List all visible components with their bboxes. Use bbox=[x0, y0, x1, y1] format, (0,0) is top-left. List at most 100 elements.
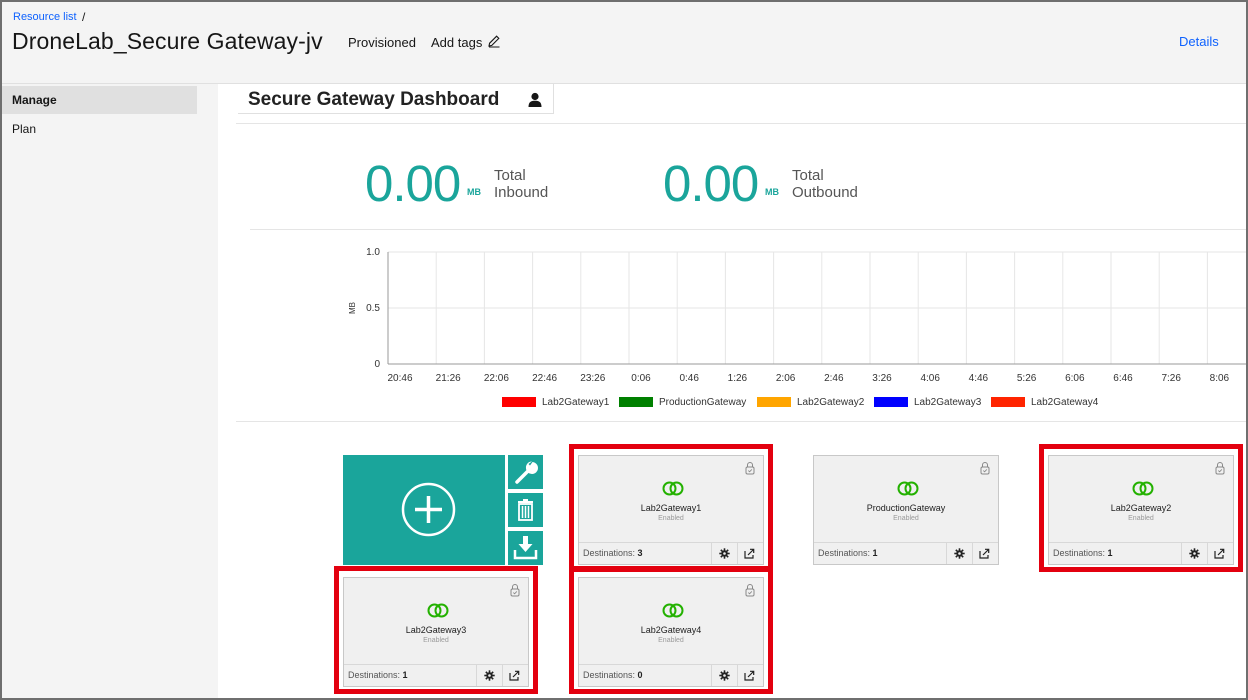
x-tick-label: 20:46 bbox=[387, 373, 412, 384]
legend-swatch bbox=[757, 397, 791, 408]
sidebar-item-manage[interactable]: Manage bbox=[2, 86, 197, 114]
add-gateway-button[interactable] bbox=[343, 455, 505, 565]
gateway-tile-footer: Destinations: 1 bbox=[1049, 542, 1233, 564]
legend-item-Lab2Gateway1[interactable]: Lab2Gateway1 bbox=[502, 397, 609, 411]
data-point-Lab2Gateway4 bbox=[1219, 364, 1220, 365]
total-outbound-label-line2: Outbound bbox=[792, 184, 858, 201]
data-point-Lab2Gateway4 bbox=[544, 364, 545, 365]
lock-icon[interactable] bbox=[980, 461, 990, 475]
legend-item-Lab2Gateway3[interactable]: Lab2Gateway3 bbox=[874, 397, 981, 411]
external-link-icon[interactable] bbox=[1214, 548, 1225, 559]
gateway-state: Enabled bbox=[423, 637, 449, 644]
destinations-label: Destinations: bbox=[583, 548, 636, 558]
legend-swatch bbox=[619, 397, 653, 408]
legend-item-Lab2Gateway2[interactable]: Lab2Gateway2 bbox=[757, 397, 864, 411]
destinations-count[interactable]: Destinations: 1 bbox=[1053, 548, 1113, 558]
gateway-name: Lab2Gateway1 bbox=[640, 503, 702, 513]
data-point-Lab2Gateway4 bbox=[689, 364, 690, 365]
lock-icon[interactable] bbox=[1215, 461, 1225, 475]
x-tick-label: 6:46 bbox=[1113, 373, 1133, 384]
user-icon[interactable] bbox=[528, 92, 542, 108]
page-header: Resource list / DroneLab_Secure Gateway-… bbox=[2, 2, 1246, 84]
gear-icon[interactable] bbox=[484, 670, 495, 681]
gateway-tile[interactable]: Lab2Gateway2 Enabled Destinations: 1 bbox=[1048, 455, 1234, 565]
total-inbound-label-line2: Inbound bbox=[494, 184, 549, 201]
trash-icon bbox=[518, 499, 533, 521]
details-link[interactable]: Details bbox=[1179, 34, 1219, 49]
page-title: DroneLab_Secure Gateway-jv bbox=[12, 28, 323, 54]
lock-icon[interactable] bbox=[745, 461, 755, 475]
data-point-Lab2Gateway4 bbox=[833, 364, 834, 365]
divider bbox=[946, 543, 947, 564]
data-point-Lab2Gateway4 bbox=[592, 364, 593, 365]
breadcrumb-resource-list[interactable]: Resource list bbox=[13, 11, 77, 23]
breadcrumb-separator: / bbox=[82, 10, 86, 24]
download-icon bbox=[513, 536, 538, 560]
data-point-Lab2Gateway4 bbox=[1026, 364, 1027, 365]
gateway-name: Lab2Gateway2 bbox=[1110, 503, 1172, 513]
pencil-icon[interactable] bbox=[487, 34, 501, 48]
gateway-state: Enabled bbox=[893, 515, 919, 522]
external-link-icon[interactable] bbox=[979, 548, 990, 559]
legend-label: Lab2Gateway4 bbox=[1031, 397, 1099, 408]
divider bbox=[737, 543, 738, 564]
divider bbox=[737, 665, 738, 686]
data-point-Lab2Gateway4 bbox=[1171, 364, 1172, 365]
gateway-tile[interactable]: Lab2Gateway1 Enabled Destinations: 3 bbox=[578, 455, 764, 565]
gateway-connected-icon bbox=[1132, 481, 1154, 496]
gateway-tile-footer: Destinations: 0 bbox=[579, 664, 763, 686]
x-tick-label: 4:06 bbox=[920, 373, 940, 384]
sidebar-item-plan[interactable]: Plan bbox=[2, 115, 197, 143]
gateway-tile-footer: Destinations: 3 bbox=[579, 542, 763, 564]
lock-icon[interactable] bbox=[745, 583, 755, 597]
total-outbound-unit: MB bbox=[765, 187, 779, 197]
data-point-Lab2Gateway4 bbox=[978, 364, 979, 365]
gateway-name: Lab2Gateway3 bbox=[405, 625, 467, 635]
download-button[interactable] bbox=[508, 531, 543, 565]
legend-item-Lab2Gateway4[interactable]: Lab2Gateway4 bbox=[991, 397, 1098, 411]
external-link-icon[interactable] bbox=[509, 670, 520, 681]
destinations-count[interactable]: Destinations: 0 bbox=[583, 670, 643, 680]
divider bbox=[236, 421, 1246, 422]
total-outbound-label-line1: Total bbox=[792, 167, 824, 184]
x-tick-label: 8:06 bbox=[1210, 373, 1230, 384]
gear-icon[interactable] bbox=[954, 548, 965, 559]
legend-item-ProductionGateway[interactable]: ProductionGateway bbox=[619, 397, 746, 411]
gateway-state: Enabled bbox=[658, 637, 684, 644]
divider bbox=[1181, 543, 1182, 564]
gear-icon[interactable] bbox=[1189, 548, 1200, 559]
total-inbound-unit: MB bbox=[467, 187, 481, 197]
total-inbound-value: 0.00 bbox=[365, 155, 461, 212]
gateway-tile[interactable]: Lab2Gateway4 Enabled Destinations: 0 bbox=[578, 577, 764, 687]
external-link-icon[interactable] bbox=[744, 548, 755, 559]
main-content: Secure Gateway Dashboard 0.00 MB Total I… bbox=[218, 84, 1246, 698]
gateway-tile[interactable]: Lab2Gateway3 Enabled Destinations: 1 bbox=[343, 577, 529, 687]
divider bbox=[711, 543, 712, 564]
lock-icon[interactable] bbox=[510, 583, 520, 597]
gateway-tile[interactable]: ProductionGateway Enabled Destinations: 1 bbox=[813, 455, 999, 565]
destinations-label: Destinations: bbox=[348, 670, 401, 680]
total-inbound-label: Total Inbound bbox=[494, 167, 548, 201]
destinations-count[interactable]: Destinations: 3 bbox=[583, 548, 643, 558]
y-tick-label: 0.5 bbox=[366, 303, 380, 314]
legend-label: Lab2Gateway3 bbox=[914, 397, 982, 408]
data-point-Lab2Gateway4 bbox=[1123, 364, 1124, 365]
divider bbox=[236, 123, 1246, 124]
configure-button[interactable] bbox=[508, 455, 543, 489]
x-tick-label: 22:46 bbox=[532, 373, 557, 384]
gear-icon[interactable] bbox=[719, 670, 730, 681]
destinations-count[interactable]: Destinations: 1 bbox=[818, 548, 878, 558]
legend-label: Lab2Gateway2 bbox=[797, 397, 865, 408]
y-tick-label: 1.0 bbox=[366, 247, 380, 258]
legend-label: ProductionGateway bbox=[659, 397, 747, 408]
destinations-value: 1 bbox=[1107, 548, 1113, 558]
destinations-count[interactable]: Destinations: 1 bbox=[348, 670, 408, 680]
delete-button[interactable] bbox=[508, 493, 543, 527]
destinations-label: Destinations: bbox=[818, 548, 871, 558]
add-tags-link[interactable]: Add tags bbox=[431, 35, 482, 50]
gear-icon[interactable] bbox=[719, 548, 730, 559]
external-link-icon[interactable] bbox=[744, 670, 755, 681]
data-point-Lab2Gateway4 bbox=[448, 364, 449, 365]
traffic-chart: 1.0 0.5 0 MB 20:46 21:26 22:06 22:46 23:26 0:06 0:… bbox=[348, 247, 1246, 384]
gateway-connected-icon bbox=[662, 603, 684, 618]
